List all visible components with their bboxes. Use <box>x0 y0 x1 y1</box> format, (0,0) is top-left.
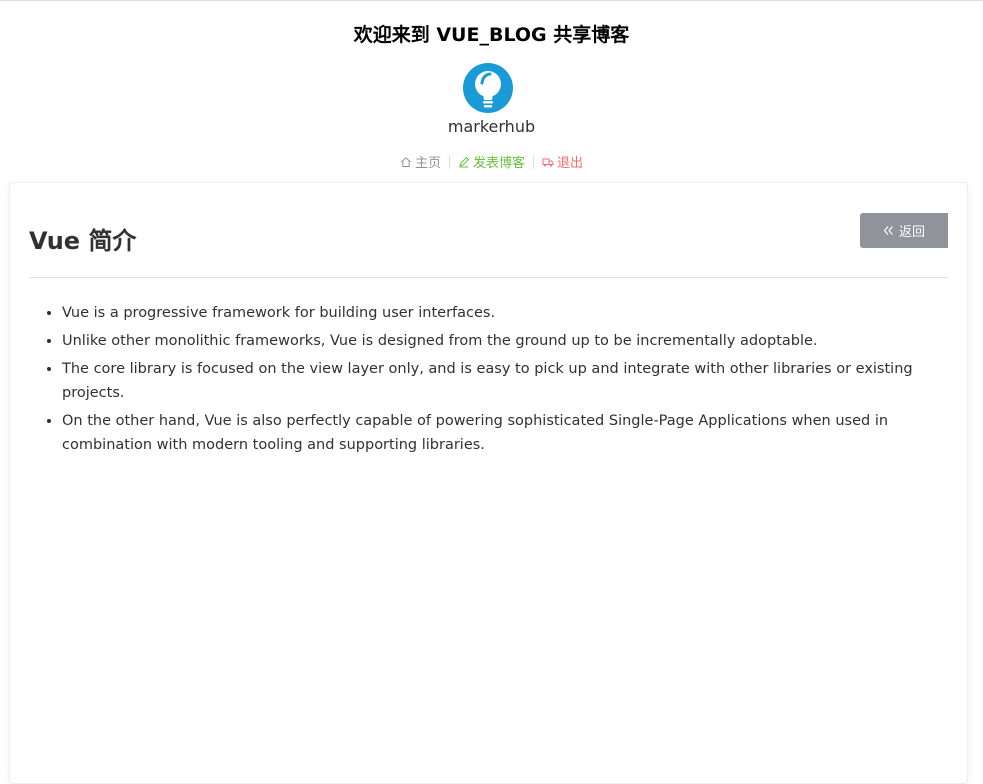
nav-post-link[interactable]: 发表博客 <box>458 152 525 171</box>
post-card: Vue 简介 返回 Vue is a progressive framework… <box>9 182 968 784</box>
site-title: 欢迎来到 VUE_BLOG 共享博客 <box>353 24 630 46</box>
nav-bar: 主页 发表博客 退出 <box>0 152 983 171</box>
username: markerhub <box>447 117 536 136</box>
list-item: Vue is a progressive framework for build… <box>62 301 945 325</box>
nav-divider <box>448 154 450 169</box>
nav-divider <box>533 154 534 169</box>
nav-home-label: 主页 <box>414 156 441 171</box>
nav-home-link[interactable]: 主页 <box>400 152 441 171</box>
list-item: On the other hand, Vue is also perfectly… <box>62 409 945 457</box>
nav-logout-link[interactable]: 退出 <box>542 152 583 171</box>
back-button[interactable]: 返回 <box>860 213 948 248</box>
title-divider <box>30 277 948 278</box>
content-list: Vue is a progressive framework for build… <box>30 301 945 457</box>
list-item: The core library is focused on the view … <box>62 357 945 405</box>
nav-post-label: 发表博客 <box>472 156 525 171</box>
list-item: Unlike other monolithic frameworks, Vue … <box>62 329 945 353</box>
page-header: 欢迎来到 VUE_BLOG 共享博客 markerhub 主页 发表博客 退出 <box>0 0 983 180</box>
lightbulb-avatar-icon <box>463 63 513 113</box>
post-title: Vue 简介 <box>29 227 137 255</box>
house-icon <box>401 156 411 167</box>
back-button-label: 返回 <box>898 225 925 240</box>
post-content: Vue is a progressive framework for build… <box>30 301 945 461</box>
double-chevron-left-icon <box>883 226 893 235</box>
truck-icon <box>542 158 554 166</box>
avatar[interactable] <box>462 62 514 114</box>
pen-icon <box>459 156 470 167</box>
nav-logout-label: 退出 <box>557 156 584 171</box>
